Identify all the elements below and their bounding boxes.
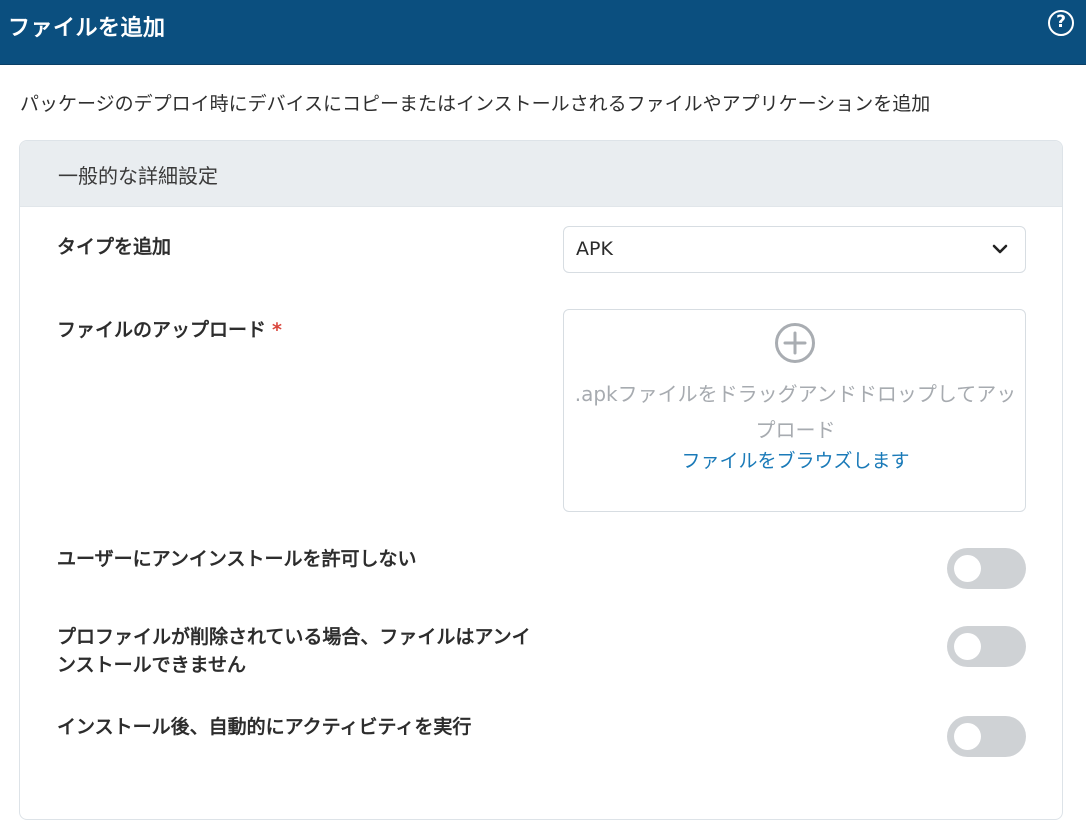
toggle-label-run-activity: インストール後、自動的にアクティビティを実行	[57, 716, 472, 738]
toggle-prevent-uninstall[interactable]	[947, 548, 1026, 589]
toggle-knob	[954, 723, 981, 750]
toggle-knob	[954, 555, 981, 582]
upload-label-text: ファイルのアップロード	[57, 319, 267, 341]
toggle-run-activity[interactable]	[947, 716, 1026, 757]
help-circle-icon[interactable]: ?	[1048, 10, 1074, 36]
dropzone-text: .apkファイルをドラッグアンドドロップしてアップロード	[574, 382, 1017, 442]
toggle-no-uninstall-on-profile-removal[interactable]	[947, 626, 1026, 667]
toggle-label-prevent-uninstall: ユーザーにアンインストールを許可しない	[57, 548, 417, 570]
section-header: 一般的な詳細設定	[20, 141, 1062, 207]
intro-text: パッケージのデプロイ時にデバイスにコピーまたはインストールされるファイルやアプリ…	[20, 93, 931, 115]
plus-circle-icon	[775, 323, 815, 363]
file-dropzone[interactable]: .apkファイルをドラッグアンドドロップしてアップロード ファイルをブラウズしま…	[563, 309, 1026, 512]
type-label: タイプを追加	[57, 236, 172, 258]
toggle-label-no-uninstall-on-profile-removal: プロファイルが削除されている場合、ファイルはアンインストールできません	[57, 626, 531, 676]
upload-label: ファイルのアップロード *	[57, 316, 282, 344]
page-title: ファイルを追加	[8, 16, 166, 41]
type-select-value: APK	[576, 238, 613, 260]
section-title: 一般的な詳細設定	[58, 164, 218, 188]
browse-files-link[interactable]: ファイルをブラウズします	[564, 446, 1027, 473]
toggle-knob	[954, 633, 981, 660]
required-mark: *	[272, 319, 282, 341]
type-select[interactable]: APK	[563, 226, 1026, 273]
title-bar: ファイルを追加 ?	[0, 0, 1086, 65]
chevron-down-icon	[992, 244, 1008, 254]
